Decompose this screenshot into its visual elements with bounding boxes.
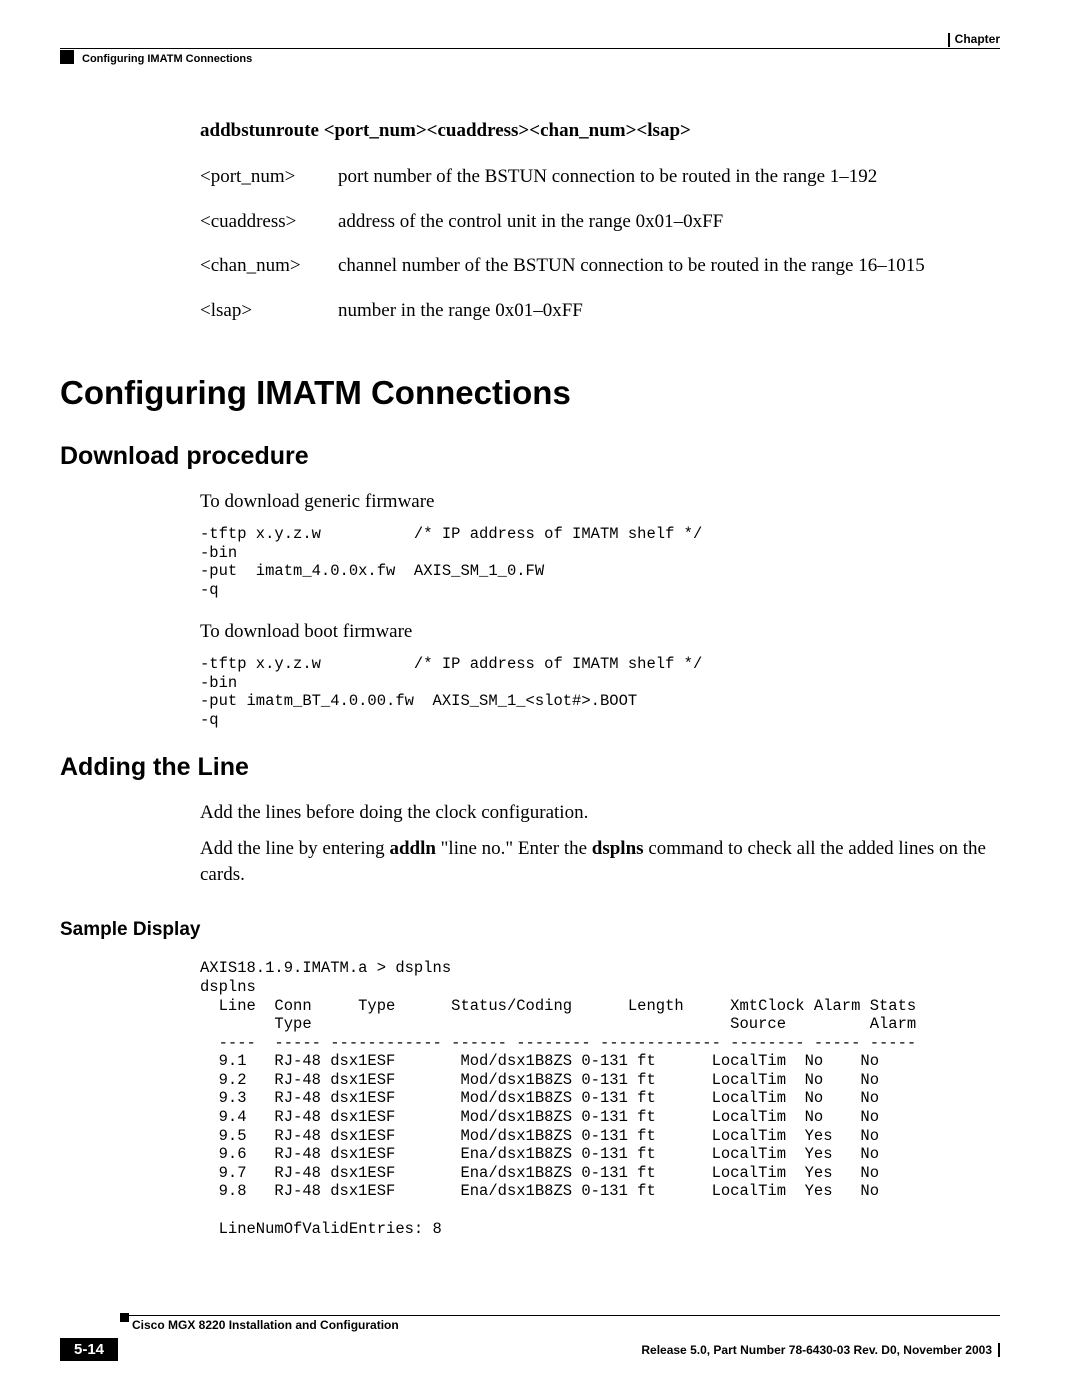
- param-row: <port_num> port number of the BSTUN conn…: [200, 164, 1000, 191]
- addline-p2: Add the line by entering addln "line no.…: [200, 836, 1000, 887]
- footer-book-title: Cisco MGX 8220 Installation and Configur…: [132, 1318, 1000, 1332]
- param-desc: address of the control unit in the range…: [338, 209, 1000, 236]
- param-name: <port_num>: [200, 164, 338, 191]
- download-intro-1: To download generic firmware: [200, 489, 1000, 515]
- parameter-table: <port_num> port number of the BSTUN conn…: [200, 164, 1000, 324]
- footer-divider: [998, 1343, 1000, 1357]
- release-info: Release 5.0, Part Number 78-6430-03 Rev.…: [641, 1343, 992, 1357]
- heading-adding-line: Adding the Line: [60, 753, 1000, 782]
- header-square-icon: [60, 50, 74, 64]
- terminal-output: AXIS18.1.9.IMATM.a > dsplns dsplns Line …: [200, 959, 1000, 1238]
- text: "line no." Enter the: [436, 838, 592, 859]
- footer-rule: [128, 1315, 1000, 1316]
- cmd-dsplns: dsplns: [592, 838, 644, 859]
- header-rule: [60, 48, 1000, 49]
- header-divider: [948, 33, 950, 47]
- heading-download: Download procedure: [60, 442, 1000, 471]
- footer-square-icon: [120, 1313, 129, 1322]
- page-number: 5-14: [60, 1338, 118, 1361]
- command-syntax: addbstunroute <port_num><cuaddress><chan…: [200, 120, 1000, 142]
- param-desc: port number of the BSTUN connection to b…: [338, 164, 1000, 191]
- param-row: <lsap> number in the range 0x01–0xFF: [200, 298, 1000, 325]
- heading-sample-display: Sample Display: [60, 919, 1000, 941]
- running-head-section: Configuring IMATM Connections: [82, 53, 252, 65]
- param-name: <cuaddress>: [200, 209, 338, 236]
- param-desc: channel number of the BSTUN connection t…: [338, 253, 1000, 280]
- param-name: <chan_num>: [200, 253, 338, 280]
- download-intro-2: To download boot firmware: [200, 619, 1000, 645]
- running-head-chapter: Chapter: [955, 32, 1000, 46]
- code-block-boot: -tftp x.y.z.w /* IP address of IMATM she…: [200, 655, 1000, 729]
- code-block-generic: -tftp x.y.z.w /* IP address of IMATM she…: [200, 525, 1000, 599]
- param-row: <chan_num> channel number of the BSTUN c…: [200, 253, 1000, 280]
- cmd-addln: addln: [389, 838, 435, 859]
- param-row: <cuaddress> address of the control unit …: [200, 209, 1000, 236]
- heading-1: Configuring IMATM Connections: [60, 374, 1000, 412]
- param-desc: number in the range 0x01–0xFF: [338, 298, 1000, 325]
- text: Add the line by entering: [200, 838, 389, 859]
- page-footer: Cisco MGX 8220 Installation and Configur…: [60, 1315, 1000, 1361]
- addline-p1: Add the lines before doing the clock con…: [200, 800, 1000, 826]
- param-name: <lsap>: [200, 298, 338, 325]
